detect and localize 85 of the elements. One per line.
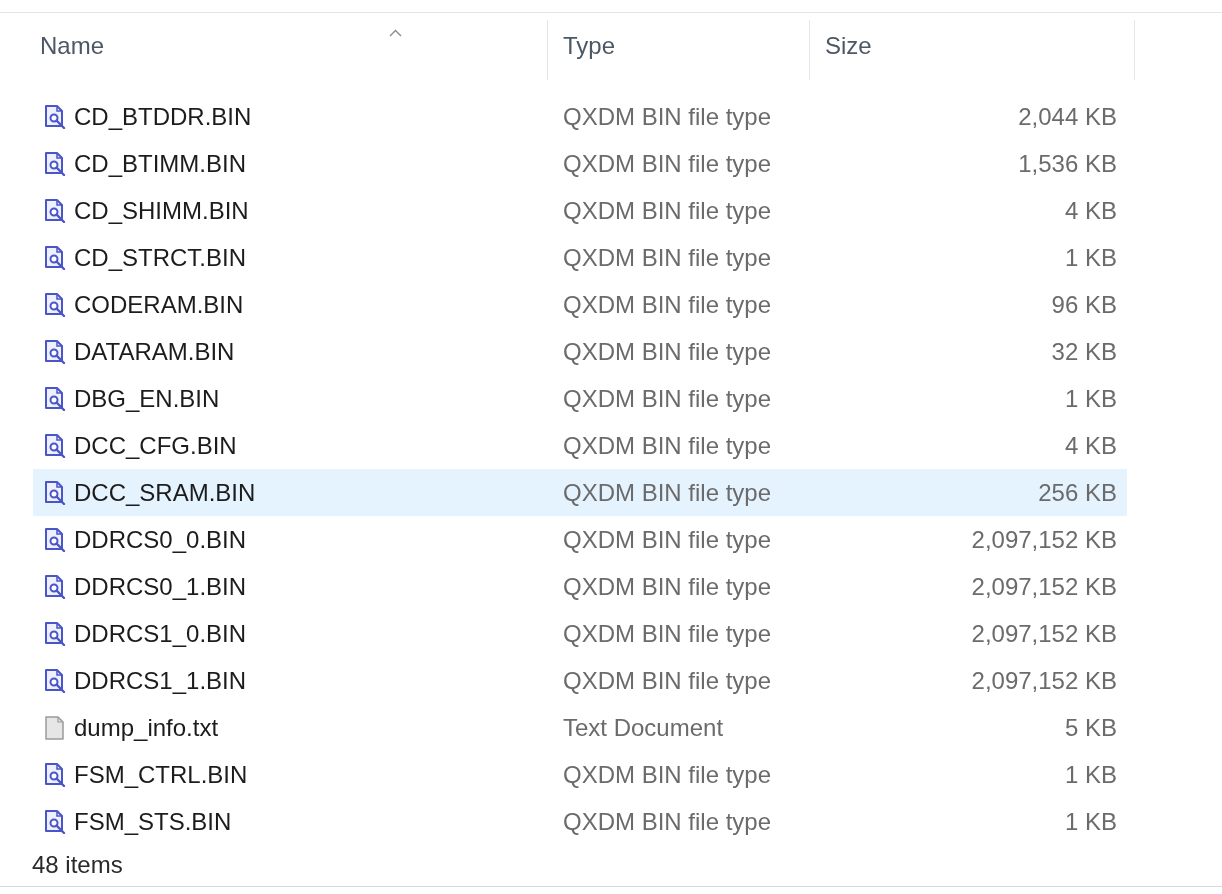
file-size: 2,097,152 KB: [971, 525, 1117, 554]
file-size: 2,097,152 KB: [971, 619, 1117, 648]
file-name: DDRCS0_1.BIN: [74, 572, 247, 601]
file-name: DDRCS0_0.BIN: [74, 525, 247, 554]
file-row[interactable]: FSM_STS.BIN QXDM BIN file type 1 KB: [33, 798, 1127, 845]
file-row[interactable]: DDRCS1_1.BIN QXDM BIN file type 2,097,152 KB: [33, 657, 1127, 704]
document-magnifier-icon: [44, 104, 66, 129]
item-count: 48 items: [32, 851, 123, 879]
file-type: QXDM BIN file type: [563, 478, 772, 507]
file-row[interactable]: DBG_EN.BIN QXDM BIN file type 1 KB: [33, 375, 1127, 422]
file-size: 5 KB: [1064, 713, 1117, 742]
file-type: QXDM BIN file type: [563, 196, 772, 225]
file-name: DDRCS1_0.BIN: [74, 619, 247, 648]
document-magnifier-icon: [44, 527, 66, 552]
document-magnifier-icon: [44, 621, 66, 646]
file-name: CD_SHIMM.BIN: [74, 196, 249, 225]
file-type: QXDM BIN file type: [563, 666, 772, 695]
document-magnifier-icon: [44, 762, 66, 787]
file-row[interactable]: DCC_SRAM.BIN QXDM BIN file type 256 KB: [33, 469, 1127, 516]
file-size: 2,097,152 KB: [971, 666, 1117, 695]
file-type: QXDM BIN file type: [563, 149, 772, 178]
file-name: DATARAM.BIN: [74, 337, 235, 366]
file-size: 4 KB: [1064, 196, 1117, 225]
column-header[interactable]: Name: [33, 20, 548, 80]
file-row[interactable]: CD_SHIMM.BIN QXDM BIN file type 4 KB: [33, 187, 1127, 234]
document-magnifier-icon: [44, 433, 66, 458]
sort-caret-icon: [389, 29, 403, 37]
file-row[interactable]: CD_STRCT.BIN QXDM BIN file type 1 KB: [33, 234, 1127, 281]
file-type: Text Document: [563, 713, 724, 742]
document-magnifier-icon: [44, 668, 66, 693]
file-type: QXDM BIN file type: [563, 431, 772, 460]
file-row[interactable]: dump_info.txt Text Document 5 KB: [33, 704, 1127, 751]
file-name: FSM_CTRL.BIN: [74, 760, 248, 789]
file-type: QXDM BIN file type: [563, 384, 772, 413]
document-magnifier-icon: [44, 292, 66, 317]
file-size: 1 KB: [1064, 384, 1117, 413]
document-magnifier-icon: [44, 480, 66, 505]
file-type: QXDM BIN file type: [563, 525, 772, 554]
document-magnifier-icon: [44, 386, 66, 411]
file-size: 1 KB: [1064, 243, 1117, 272]
file-type: QXDM BIN file type: [563, 290, 772, 319]
file-row[interactable]: DATARAM.BIN QXDM BIN file type 32 KB: [33, 328, 1127, 375]
file-size: 4 KB: [1064, 431, 1117, 460]
document-magnifier-icon: [44, 809, 66, 834]
document-magnifier-icon: [44, 574, 66, 599]
file-name: CD_BTDDR.BIN: [74, 102, 252, 131]
file-size: 1 KB: [1064, 807, 1117, 836]
file-size: 96 KB: [1051, 290, 1117, 319]
file-type: QXDM BIN file type: [563, 807, 772, 836]
file-size: 1 KB: [1064, 760, 1117, 789]
file-type: QXDM BIN file type: [563, 243, 772, 272]
file-name: dump_info.txt: [74, 713, 219, 742]
file-name: DDRCS1_1.BIN: [74, 666, 247, 695]
file-size: 256 KB: [1038, 478, 1117, 507]
file-row[interactable]: CD_BTDDR.BIN QXDM BIN file type 2,044 KB: [33, 93, 1127, 140]
file-type: QXDM BIN file type: [563, 337, 772, 366]
file-row[interactable]: DDRCS1_0.BIN QXDM BIN file type 2,097,152 KB: [33, 610, 1127, 657]
file-name: DBG_EN.BIN: [74, 384, 220, 413]
file-row[interactable]: DDRCS0_1.BIN QXDM BIN file type 2,097,152 KB: [33, 563, 1127, 610]
document-magnifier-icon: [44, 339, 66, 364]
file-size: 32 KB: [1051, 337, 1117, 366]
column-header[interactable]: Size: [810, 20, 1135, 80]
file-size: 2,044 KB: [1018, 102, 1117, 131]
file-row[interactable]: CODERAM.BIN QXDM BIN file type 96 KB: [33, 281, 1127, 328]
file-size: 1,536 KB: [1018, 149, 1117, 178]
file-name: CODERAM.BIN: [74, 290, 244, 319]
file-row[interactable]: DCC_CFG.BIN QXDM BIN file type 4 KB: [33, 422, 1127, 469]
document-magnifier-icon: [44, 151, 66, 176]
file-row[interactable]: CD_BTIMM.BIN QXDM BIN file type 1,536 KB: [33, 140, 1127, 187]
column-header[interactable]: Type: [548, 20, 810, 80]
document-icon: [44, 715, 66, 740]
document-magnifier-icon: [44, 198, 66, 223]
file-row[interactable]: DDRCS0_0.BIN QXDM BIN file type 2,097,152 KB: [33, 516, 1127, 563]
file-name: FSM_STS.BIN: [74, 807, 232, 836]
file-name: CD_BTIMM.BIN: [74, 149, 246, 178]
file-size: 2,097,152 KB: [971, 572, 1117, 601]
file-type: QXDM BIN file type: [563, 760, 772, 789]
file-type: QXDM BIN file type: [563, 572, 772, 601]
file-type: QXDM BIN file type: [563, 619, 772, 648]
document-magnifier-icon: [44, 245, 66, 270]
file-name: DCC_CFG.BIN: [74, 431, 237, 460]
file-name: DCC_SRAM.BIN: [74, 478, 256, 507]
file-row[interactable]: FSM_CTRL.BIN QXDM BIN file type 1 KB: [33, 751, 1127, 798]
file-name: CD_STRCT.BIN: [74, 243, 247, 272]
file-type: QXDM BIN file type: [563, 102, 772, 131]
